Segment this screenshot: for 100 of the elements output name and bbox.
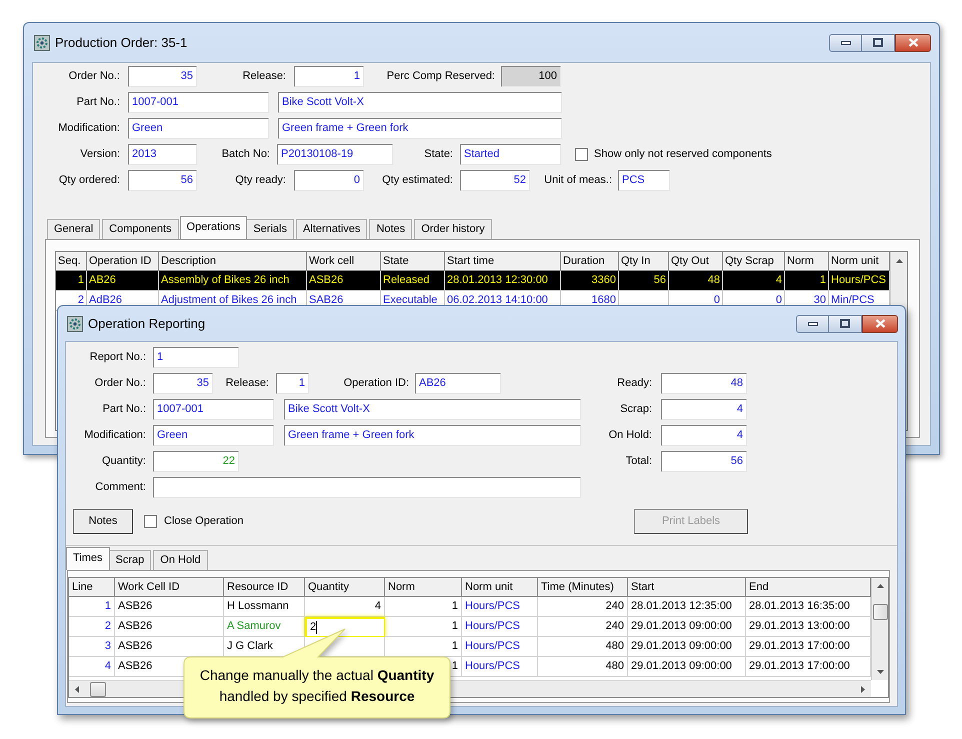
input-field[interactable]: 1 (276, 373, 309, 394)
tab[interactable]: Alternatives (296, 219, 368, 239)
scroll-thumb[interactable] (872, 604, 888, 620)
column-header[interactable]: Start time (445, 252, 561, 271)
close-button[interactable] (895, 34, 931, 52)
close-button[interactable] (862, 314, 898, 332)
input-field[interactable]: 4 (661, 425, 747, 446)
column-header[interactable]: Resource ID (224, 578, 305, 597)
field-label: Modification: (58, 121, 120, 136)
field-label: Modification: (84, 428, 146, 444)
column-header[interactable]: Norm unit (829, 252, 890, 271)
column-header[interactable]: Quantity (305, 578, 385, 597)
gear-icon (34, 34, 50, 50)
column-header[interactable]: Work cell (307, 252, 381, 271)
scroll-left-icon[interactable] (74, 684, 80, 694)
tab[interactable]: Components (102, 219, 179, 239)
column-header[interactable]: Work Cell ID (115, 578, 224, 597)
field-label: Release: (226, 376, 269, 392)
field-label: Total: (626, 454, 652, 470)
field-label: Order No.: (94, 376, 146, 392)
maximize-icon (840, 319, 850, 328)
input-field[interactable]: 1 (294, 66, 364, 87)
input-field[interactable]: Bike Scott Volt-X (278, 92, 562, 113)
column-header[interactable]: Qty In (619, 252, 669, 271)
minimize-button[interactable] (829, 34, 862, 52)
input-field[interactable]: 48 (661, 373, 747, 394)
column-header[interactable]: Description (159, 252, 307, 271)
tab[interactable]: General (47, 219, 100, 239)
input-field[interactable]: 22 (153, 451, 239, 472)
input-field[interactable]: 35 (153, 373, 213, 394)
checkbox[interactable] (144, 515, 157, 528)
input-field[interactable]: PCS (618, 170, 670, 191)
input-field[interactable]: 4 (661, 399, 747, 420)
column-header[interactable]: Qty Out (669, 252, 723, 271)
checkbox[interactable] (575, 148, 588, 161)
field-label: Quantity: (102, 454, 146, 470)
field-label: Comment: (95, 480, 146, 496)
scroll-up-icon[interactable] (876, 583, 884, 589)
tab[interactable]: Order history (414, 219, 492, 239)
column-header[interactable]: Norm unit (462, 578, 538, 597)
input-field[interactable] (153, 477, 581, 498)
scroll-right-icon[interactable] (860, 684, 866, 694)
maximize-button[interactable] (829, 314, 862, 332)
input-field[interactable]: 56 (661, 451, 747, 472)
column-header[interactable]: Norm (385, 578, 462, 597)
window-title: Operation Reporting (88, 314, 206, 333)
minimize-button[interactable] (796, 314, 829, 332)
close-icon (908, 38, 918, 47)
column-header[interactable]: Line (69, 578, 115, 597)
scroll-bar[interactable] (871, 578, 888, 680)
maximize-button[interactable] (862, 34, 895, 52)
table-cell: 4 (305, 597, 385, 617)
tab[interactable]: Times (66, 547, 110, 570)
input-field[interactable]: 100 (501, 66, 561, 87)
checkbox-label: Show only not reserved components (594, 147, 772, 162)
input-field[interactable]: Green frame + Green fork (278, 118, 562, 139)
input-field[interactable]: 35 (128, 66, 197, 87)
input-field[interactable]: Green (153, 425, 274, 446)
column-header[interactable]: Time (Minutes) (538, 578, 628, 597)
column-header[interactable]: Qty Scrap (723, 252, 785, 271)
input-field[interactable]: 0 (294, 170, 364, 191)
column-header[interactable]: Start (628, 578, 746, 597)
input-field[interactable]: 1007-001 (153, 399, 274, 420)
table-row[interactable]: 1 ASB26 H Lossmann 4 1 Hours/PCS 240 28.01.2013 12:35:00 28.01.2013 16:35:00 (69, 597, 871, 617)
column-header[interactable]: Seq. (56, 252, 87, 271)
field-label: Operation ID: (344, 376, 409, 392)
column-header[interactable]: End (746, 578, 871, 597)
tab[interactable]: Scrap (108, 550, 152, 570)
input-field[interactable]: AB26 (415, 373, 501, 394)
input-field[interactable]: 56 (128, 170, 197, 191)
field-label: Qty estimated: (382, 173, 453, 188)
field-label: Qty ready: (235, 173, 286, 188)
tab[interactable]: Notes (369, 219, 412, 239)
input-field[interactable]: 52 (460, 170, 530, 191)
input-field[interactable]: 2013 (128, 144, 197, 165)
column-header[interactable]: Norm (785, 252, 829, 271)
column-header[interactable]: Operation ID (87, 252, 159, 271)
scroll-down-icon[interactable] (876, 668, 884, 675)
input-field[interactable]: Green (128, 118, 269, 139)
table-row[interactable]: 1 AB26 Assembly of Bikes 26 inch ASB26 Released 28.01.2013 12:30:00 3360 56 48 4 1 Hours/PCS (56, 271, 890, 291)
column-header[interactable]: State (381, 252, 445, 271)
input-field[interactable]: 1 (153, 347, 239, 368)
input-field[interactable]: Bike Scott Volt-X (284, 399, 581, 420)
field-label: Qty ordered: (58, 173, 120, 188)
scroll-up-icon[interactable] (894, 258, 904, 264)
notes-button[interactable]: Notes (73, 509, 133, 534)
input-field[interactable]: P20130108-19 (277, 144, 393, 165)
window-title: Production Order: 35-1 (55, 34, 188, 52)
tab[interactable]: On Hold (153, 550, 208, 570)
input-field[interactable]: Started (460, 144, 561, 165)
text-cursor (316, 621, 318, 634)
gear-icon (67, 316, 83, 332)
tab[interactable]: Serials (246, 219, 294, 239)
tab[interactable]: Operations (180, 216, 248, 239)
scroll-thumb[interactable] (90, 682, 106, 696)
input-field[interactable]: 1007-001 (128, 92, 269, 113)
table-row[interactable]: 3 ASB26 J G Clark 1 Hours/PCS 480 29.01.2013 09:00:00 29.01.2013 17:00:00 (69, 637, 871, 657)
column-header[interactable]: Duration (561, 252, 619, 271)
input-field[interactable]: Green frame + Green fork (284, 425, 581, 446)
table-row[interactable]: 2 ASB26 A Samurov 2 1 Hours/PCS 240 29.01.2013 09:00:00 29.01.2013 13:00:00 (69, 617, 871, 637)
